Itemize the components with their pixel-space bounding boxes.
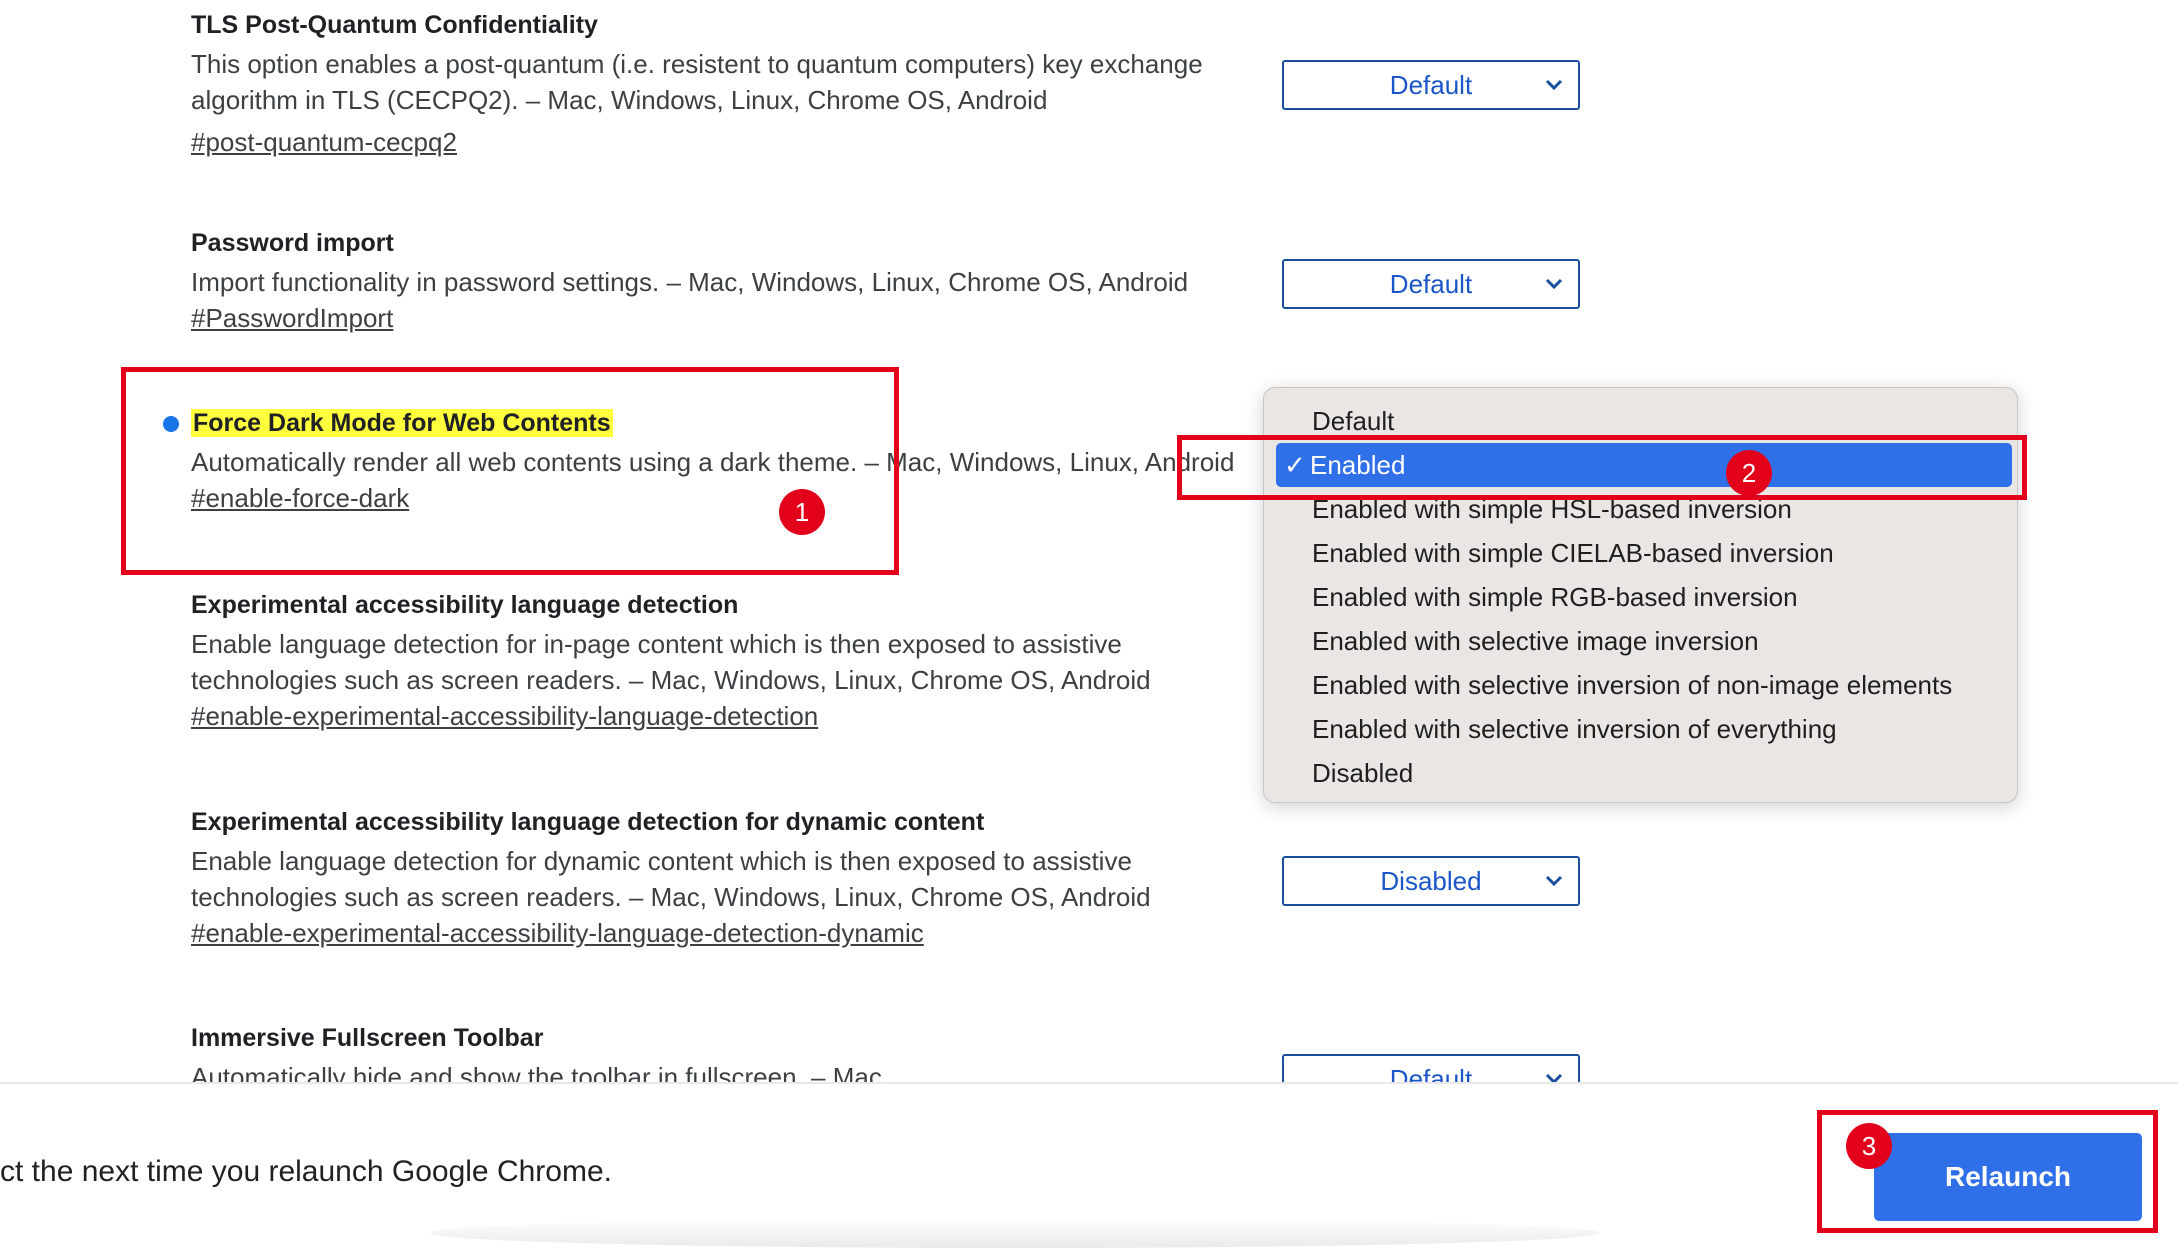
flag-description: Import functionality in password setting… <box>191 267 1189 297</box>
flag-description-line: This option enables a post-quantum (i.e.… <box>191 49 1203 79</box>
flag-description-line: algorithm in TLS (CECPQ2). – Mac, Window… <box>191 85 1048 115</box>
dropdown-option-selective-image[interactable]: Enabled with selective image inversion <box>1312 621 1759 661</box>
flag-description: Enable language detection for dynamic co… <box>191 843 1251 915</box>
flag-password-import: Password import Import functionality in … <box>191 226 1251 336</box>
annotation-box-2 <box>1177 435 2027 500</box>
dropdown-option-cielab[interactable]: Enabled with simple CIELAB-based inversi… <box>1312 533 1834 573</box>
flag-select-accessibility-dynamic[interactable]: Disabled <box>1282 856 1580 906</box>
flag-link[interactable]: #enable-experimental-accessibility-langu… <box>191 915 924 951</box>
annotation-box-1 <box>121 367 899 575</box>
flag-description: This option enables a post-quantum (i.e.… <box>191 46 1251 118</box>
flag-description-line: technologies such as screen readers. – M… <box>191 882 1151 912</box>
flag-title: Experimental accessibility language dete… <box>191 808 985 836</box>
relaunch-message: ct the next time you relaunch Google Chr… <box>0 1155 612 1188</box>
flag-accessibility-language-detection: Experimental accessibility language dete… <box>191 588 1251 734</box>
annotation-badge-1: 1 <box>779 489 825 535</box>
bar-shadow <box>430 1218 1600 1248</box>
flag-description-line: technologies such as screen readers. – M… <box>191 665 1151 695</box>
flag-description-line: Enable language detection for in-page co… <box>191 629 1122 659</box>
flag-link[interactable]: #enable-experimental-accessibility-langu… <box>191 698 818 734</box>
dropdown-option-rgb[interactable]: Enabled with simple RGB-based inversion <box>1312 577 1798 617</box>
flag-description-line: Enable language detection for dynamic co… <box>191 846 1132 876</box>
chevron-down-icon <box>1545 79 1563 91</box>
flag-title: TLS Post-Quantum Confidentiality <box>191 11 598 39</box>
annotation-badge-2: 2 <box>1726 450 1772 496</box>
flag-select-tls-post-quantum[interactable]: Default <box>1282 60 1580 110</box>
flag-title: Password import <box>191 229 394 257</box>
select-value: Default <box>1389 268 1473 299</box>
flag-title: Experimental accessibility language dete… <box>191 591 739 619</box>
select-value: Disabled <box>1380 865 1482 896</box>
flag-description: Enable language detection for in-page co… <box>191 626 1251 698</box>
select-value: Default <box>1389 69 1473 100</box>
chevron-down-icon <box>1545 875 1563 887</box>
dropdown-option-selective-non-image[interactable]: Enabled with selective inversion of non-… <box>1312 665 1952 705</box>
flag-tls-post-quantum: TLS Post-Quantum Confidentiality This op… <box>191 8 1251 160</box>
dropdown-option-selective-everything[interactable]: Enabled with selective inversion of ever… <box>1312 709 1837 749</box>
flag-title: Immersive Fullscreen Toolbar <box>191 1024 544 1052</box>
flag-accessibility-language-detection-dynamic: Experimental accessibility language dete… <box>191 805 1251 951</box>
flag-select-password-import[interactable]: Default <box>1282 259 1580 309</box>
flag-link[interactable]: #PasswordImport <box>191 300 393 336</box>
flag-link[interactable]: #post-quantum-cecpq2 <box>191 124 457 160</box>
dropdown-option-disabled[interactable]: Disabled <box>1312 753 1413 793</box>
chevron-down-icon <box>1545 278 1563 290</box>
annotation-badge-3: 3 <box>1846 1123 1892 1169</box>
